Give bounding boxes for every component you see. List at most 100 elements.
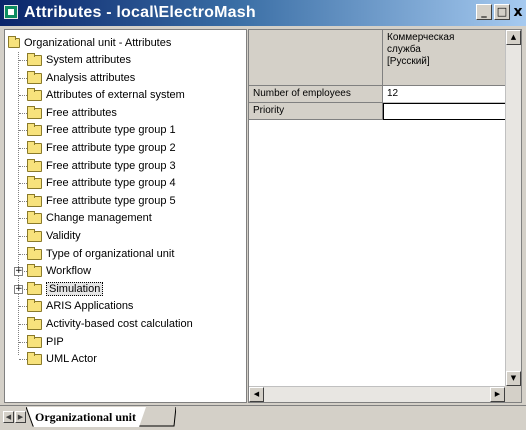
scroll-left-icon[interactable]: ◀ [249, 387, 264, 402]
tree-item[interactable]: Workflow [27, 262, 91, 280]
tree-item-label: Free attribute type group 2 [46, 142, 176, 154]
tree-item-label: UML Actor [46, 353, 97, 365]
tree-connector [18, 52, 19, 355]
tree-connector [19, 166, 27, 167]
grid-corner [249, 30, 383, 86]
attribute-tree[interactable]: Organizational unit - Attributes System … [4, 29, 247, 403]
folder-icon [27, 210, 42, 224]
tree-item[interactable]: Change management [27, 209, 152, 227]
tree-item-label: Analysis attributes [46, 72, 136, 84]
folder-icon [27, 281, 42, 295]
tree-item[interactable]: Type of organizational unit [27, 245, 174, 263]
tree-item[interactable]: Attributes of external system [27, 86, 185, 104]
tree-connector [19, 201, 27, 202]
tab-next-icon[interactable]: ▶ [15, 411, 26, 423]
attributes-window: Attributes - local\ElectroMash _ □ x Org… [0, 0, 526, 430]
column-header-line: служба [387, 44, 421, 55]
minimize-button[interactable]: _ [476, 4, 492, 20]
window-title: Attributes - local\ElectroMash [24, 4, 256, 21]
tree-item[interactable]: Validity [27, 227, 81, 245]
tree-item-label: Change management [46, 212, 152, 224]
folder-icon [27, 228, 42, 242]
attribute-grid[interactable]: Коммерческая служба [Русский] Number of … [248, 29, 522, 403]
tree-connector [19, 342, 27, 343]
tree-connector [19, 324, 27, 325]
scroll-right-icon[interactable]: ▶ [490, 387, 505, 402]
tree-root[interactable]: Organizational unit - Attributes [8, 34, 171, 52]
tree-connector [19, 130, 27, 131]
tree-item[interactable]: Activity-based cost calculation [27, 315, 193, 333]
tree-item-label: Free attributes [46, 107, 117, 119]
tree-item-label: ARIS Applications [46, 300, 134, 312]
tree-connector [19, 254, 27, 255]
maximize-button[interactable]: □ [494, 4, 510, 20]
close-button[interactable]: x [512, 4, 524, 20]
tree-connector [19, 359, 27, 360]
tree-item-label: Type of organizational unit [46, 248, 175, 260]
tree-item-label: Free attribute type group 4 [46, 177, 176, 189]
tree-item-label: Free attribute type group 1 [46, 124, 176, 136]
tree-item-label: Simulation [46, 282, 104, 296]
folder-icon [27, 263, 42, 277]
tree-connector [19, 95, 27, 96]
title-bar[interactable]: Attributes - local\ElectroMash _ □ x [0, 0, 526, 26]
folder-icon [27, 122, 42, 136]
folder-icon [27, 334, 42, 348]
folder-icon [27, 87, 42, 101]
tree-connector [19, 148, 27, 149]
tree-item[interactable]: Free attribute type group 3 [27, 157, 176, 175]
tree-item-label: Activity-based cost calculation [46, 318, 193, 330]
expand-plus-icon[interactable]: + [14, 285, 23, 294]
folder-icon [27, 158, 42, 172]
tree-item-label: System attributes [46, 54, 131, 66]
tree-connector [19, 60, 27, 61]
tree-item-label: Attributes of external system [46, 89, 185, 101]
app-icon [4, 5, 18, 19]
tree-item[interactable]: Free attribute type group 5 [27, 192, 176, 210]
tree-item[interactable]: Analysis attributes [27, 69, 135, 87]
tree-connector [19, 78, 27, 79]
folder-icon [27, 52, 42, 66]
folder-icon [27, 105, 42, 119]
scroll-down-icon[interactable]: ▼ [506, 371, 521, 386]
scroll-up-icon[interactable]: ▲ [506, 30, 521, 45]
tree-connector [19, 218, 27, 219]
folder-icon [27, 298, 42, 312]
folder-icon [27, 175, 42, 189]
tree-item[interactable]: Free attribute type group 1 [27, 121, 176, 139]
tree-item[interactable]: ARIS Applications [27, 297, 133, 315]
tab-strip: ◀ ▶ Organizational unit [0, 405, 526, 430]
row-header-priority[interactable]: Priority [249, 103, 383, 120]
vertical-scrollbar[interactable]: ▲ ▼ [505, 30, 521, 386]
column-header-line: [Русский] [387, 56, 430, 67]
tab-prev-icon[interactable]: ◀ [3, 411, 14, 423]
folder-icon [27, 193, 42, 207]
folder-icon [27, 70, 42, 84]
column-header[interactable]: Коммерческая служба [Русский] [383, 30, 507, 86]
expand-plus-icon[interactable]: + [14, 267, 23, 276]
tree-item[interactable]: Free attributes [27, 104, 117, 122]
tree-item-label: Free attribute type group 5 [46, 195, 176, 207]
folder-icon [27, 140, 42, 154]
folder-icon [27, 316, 42, 330]
folder-icon [27, 246, 42, 260]
tree-item-label: Validity [46, 230, 81, 242]
tree-item[interactable]: PIP [27, 333, 64, 351]
tree-item[interactable]: Free attribute type group 4 [27, 174, 176, 192]
column-header-line: Коммерческая [387, 32, 455, 43]
value-cell-priority[interactable] [383, 103, 507, 120]
folder-icon [8, 36, 20, 48]
tree-item-label: Free attribute type group 3 [46, 160, 176, 172]
tree-item[interactable]: Free attribute type group 2 [27, 139, 176, 157]
tree-item[interactable]: UML Actor [27, 350, 97, 368]
tab-organizational-unit[interactable]: Organizational unit [27, 407, 146, 427]
tree-item-label: PIP [46, 336, 64, 348]
tree-item-label: Workflow [46, 265, 92, 277]
tree-connector [19, 236, 27, 237]
value-cell-employees[interactable]: 12 [383, 86, 507, 103]
tree-item[interactable]: Simulation [27, 280, 104, 298]
window-controls: _ □ x [476, 4, 524, 20]
row-header-employees[interactable]: Number of employees [249, 86, 383, 103]
tree-item[interactable]: System attributes [27, 51, 131, 69]
horizontal-scrollbar[interactable]: ◀ ▶ [249, 386, 505, 402]
